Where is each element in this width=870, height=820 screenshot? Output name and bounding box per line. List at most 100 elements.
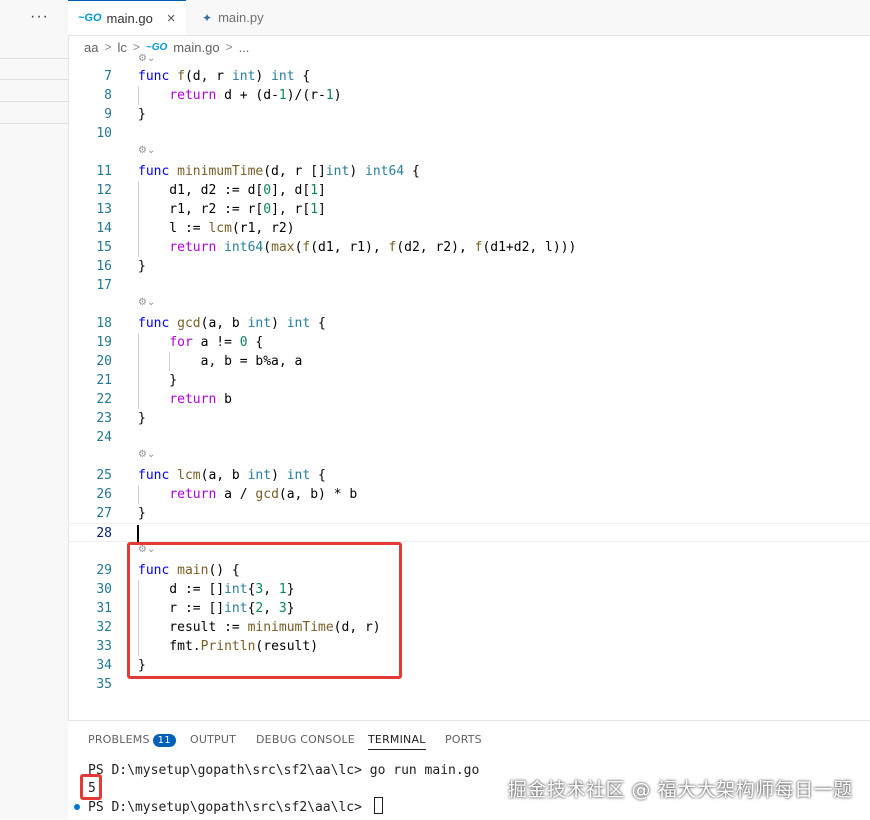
- code-line[interactable]: 19 for a != 0 {: [68, 333, 870, 352]
- terminal-status-dot-icon: [74, 804, 80, 810]
- breadcrumb-item[interactable]: aa: [84, 40, 98, 55]
- code-text: }: [138, 259, 146, 274]
- code-line[interactable]: 11 func minimumTime(d, r []int) int64 {: [68, 162, 870, 181]
- code-text: return int64(max(f(d1, r1), f(d2, r2), f…: [169, 240, 577, 255]
- editor-tab-bar: ~GO main.go × ✦ main.py: [68, 0, 870, 36]
- go-file-icon: ~GO: [78, 12, 102, 24]
- code-text: l := lcm(r1, r2): [138, 221, 295, 236]
- breadcrumb-item[interactable]: lc: [117, 40, 126, 55]
- problems-count-badge: 11: [152, 734, 176, 747]
- code-lens-icon[interactable]: ⚙⌄: [138, 145, 155, 159]
- code-lens-icon[interactable]: ⚙⌄: [138, 297, 155, 311]
- line-number: 7: [104, 69, 112, 84]
- line-number: 13: [96, 202, 112, 217]
- line-number: 34: [96, 658, 112, 673]
- tab-main-py[interactable]: ✦ main.py: [190, 0, 308, 35]
- line-number: 30: [96, 582, 112, 597]
- close-icon[interactable]: ×: [167, 10, 176, 27]
- code-line[interactable]: 24: [68, 428, 870, 447]
- line-number: 32: [96, 620, 112, 635]
- python-file-icon: ✦: [202, 10, 213, 25]
- line-number: 27: [96, 506, 112, 521]
- tab-output[interactable]: OUTPUT: [190, 733, 236, 746]
- code-text: return a / gcd(a, b) * b: [169, 487, 358, 502]
- indent-guide: [169, 352, 170, 371]
- terminal-prompt-line[interactable]: PS D:\mysetup\gopath\src\sf2\aa\lc>: [88, 797, 383, 815]
- line-number: 11: [96, 164, 112, 179]
- code-line[interactable]: 23}: [68, 409, 870, 428]
- line-number: 15: [96, 240, 112, 255]
- line-number: 21: [96, 373, 112, 388]
- tab-debug-console[interactable]: DEBUG CONSOLE: [256, 733, 355, 746]
- line-number: 22: [96, 392, 112, 407]
- chevron-right-icon: >: [132, 40, 140, 54]
- code-text: }: [138, 506, 146, 521]
- code-text: return d + (d-1)/(r-1): [169, 88, 342, 103]
- line-number: 29: [96, 563, 112, 578]
- more-actions-icon[interactable]: ···: [30, 8, 49, 26]
- line-number: 31: [96, 601, 112, 616]
- tab-main-go[interactable]: ~GO main.go ×: [68, 0, 186, 35]
- breadcrumb-item[interactable]: ...: [239, 40, 250, 55]
- code-line[interactable]: 10: [68, 124, 870, 143]
- go-file-icon: ~GO: [145, 41, 168, 53]
- code-text: r1, r2 := r[0], r[1]: [138, 202, 326, 217]
- chevron-right-icon: >: [104, 40, 112, 54]
- sidebar-divider: [0, 101, 68, 102]
- code-line[interactable]: 21 }: [68, 371, 870, 390]
- line-number: 25: [96, 468, 112, 483]
- sidebar-divider: [0, 79, 68, 80]
- indent-guide: [138, 352, 139, 371]
- indent-guide: [138, 86, 139, 105]
- tab-terminal[interactable]: TERMINAL: [368, 733, 426, 750]
- line-number: 35: [96, 677, 112, 692]
- code-lens-icon[interactable]: ⚙⌄: [138, 449, 155, 463]
- terminal-prompt: PS D:\mysetup\gopath\src\sf2\aa\lc>: [88, 800, 370, 815]
- tab-problems[interactable]: PROBLEMS 11: [88, 733, 176, 747]
- code-line[interactable]: 12 d1, d2 := d[0], d[1]: [68, 181, 870, 200]
- line-number: 16: [96, 259, 112, 274]
- code-text: func f(d, r int) int {: [138, 69, 311, 84]
- line-number: 26: [96, 487, 112, 502]
- indent-guide: [138, 390, 139, 409]
- code-text: }: [138, 411, 146, 426]
- tab-ports[interactable]: PORTS: [445, 733, 482, 746]
- line-number: 20: [96, 354, 112, 369]
- code-line[interactable]: 20 a, b = b%a, a: [68, 352, 870, 371]
- line-number: 18: [96, 316, 112, 331]
- code-line[interactable]: 26 return a / gcd(a, b) * b: [68, 485, 870, 504]
- code-line[interactable]: 17: [68, 276, 870, 295]
- line-number: 23: [96, 411, 112, 426]
- line-number: 24: [96, 430, 112, 445]
- code-line[interactable]: 14 l := lcm(r1, r2): [68, 219, 870, 238]
- code-line[interactable]: 18 func gcd(a, b int) int {: [68, 314, 870, 333]
- code-line[interactable]: 28: [68, 523, 870, 542]
- code-line[interactable]: 7 func f(d, r int) int {: [68, 67, 870, 86]
- code-lens-icon[interactable]: ⚙⌄: [138, 53, 155, 67]
- code-line[interactable]: 22 return b: [68, 390, 870, 409]
- indent-guide: [138, 181, 139, 200]
- indent-guide: [138, 238, 139, 257]
- code-line[interactable]: 16}: [68, 257, 870, 276]
- code-text: func minimumTime(d, r []int) int64 {: [138, 164, 420, 179]
- code-line[interactable]: 9}: [68, 105, 870, 124]
- code-line[interactable]: 15 return int64(max(f(d1, r1), f(d2, r2)…: [68, 238, 870, 257]
- line-number: 33: [96, 639, 112, 654]
- line-number: 9: [104, 107, 112, 122]
- indent-guide: [138, 333, 139, 352]
- code-line[interactable]: 25 func lcm(a, b int) int {: [68, 466, 870, 485]
- indent-guide: [138, 200, 139, 219]
- code-text: for a != 0 {: [169, 335, 264, 350]
- line-number: 10: [96, 126, 112, 141]
- tab-label: main.go: [106, 10, 153, 26]
- chevron-right-icon: >: [225, 40, 233, 54]
- highlight-box: [127, 542, 402, 679]
- code-line[interactable]: 13 r1, r2 := r[0], r[1]: [68, 200, 870, 219]
- tab-label: PROBLEMS: [88, 733, 150, 746]
- code-line[interactable]: 27}: [68, 504, 870, 523]
- code-text: d1, d2 := d[0], d[1]: [138, 183, 326, 198]
- breadcrumb-item[interactable]: main.go: [173, 40, 219, 55]
- code-text: }: [138, 107, 146, 122]
- code-line[interactable]: 8 return d + (d-1)/(r-1): [68, 86, 870, 105]
- line-number: 8: [104, 88, 112, 103]
